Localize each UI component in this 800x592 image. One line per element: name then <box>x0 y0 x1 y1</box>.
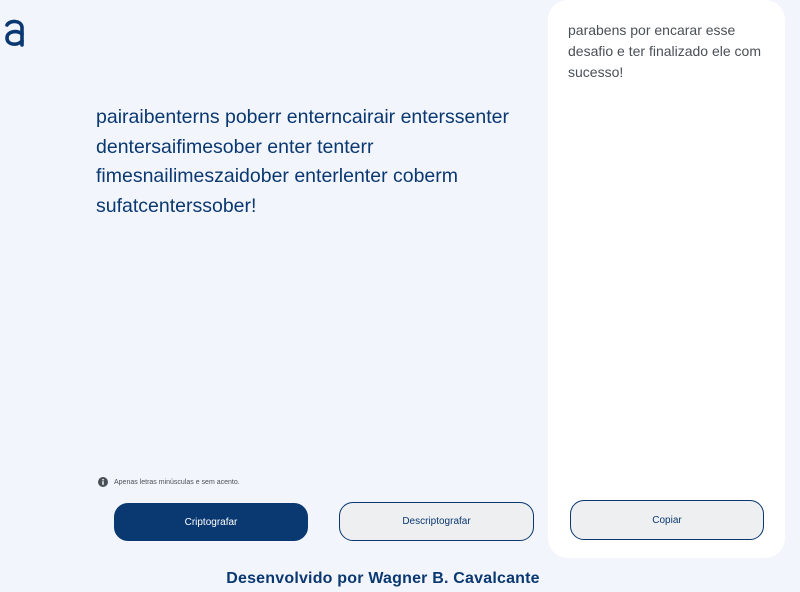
copy-button[interactable]: Copiar <box>570 500 764 540</box>
decrypt-button[interactable]: Descriptografar <box>339 502 534 541</box>
info-icon <box>98 477 108 487</box>
output-text: parabens por encarar esse desafio e ter … <box>568 22 761 80</box>
output-panel: parabens por encarar esse desafio e ter … <box>548 0 785 558</box>
page: pairaibenterns poberr enterncairair ente… <box>0 0 800 592</box>
message-input[interactable]: pairaibenterns poberr enterncairair ente… <box>96 103 516 221</box>
footer-credit: Desenvolvido por Wagner B. Cavalcante <box>226 570 540 587</box>
hint-text: Apenas letras minúsculas e sem acento. <box>114 478 240 486</box>
input-hint: Apenas letras minúsculas e sem acento. <box>98 477 240 487</box>
alura-logo-icon-graphic <box>5 19 24 47</box>
encrypt-button[interactable]: Criptografar <box>114 503 308 541</box>
alura-logo-icon[interactable] <box>4 16 26 50</box>
